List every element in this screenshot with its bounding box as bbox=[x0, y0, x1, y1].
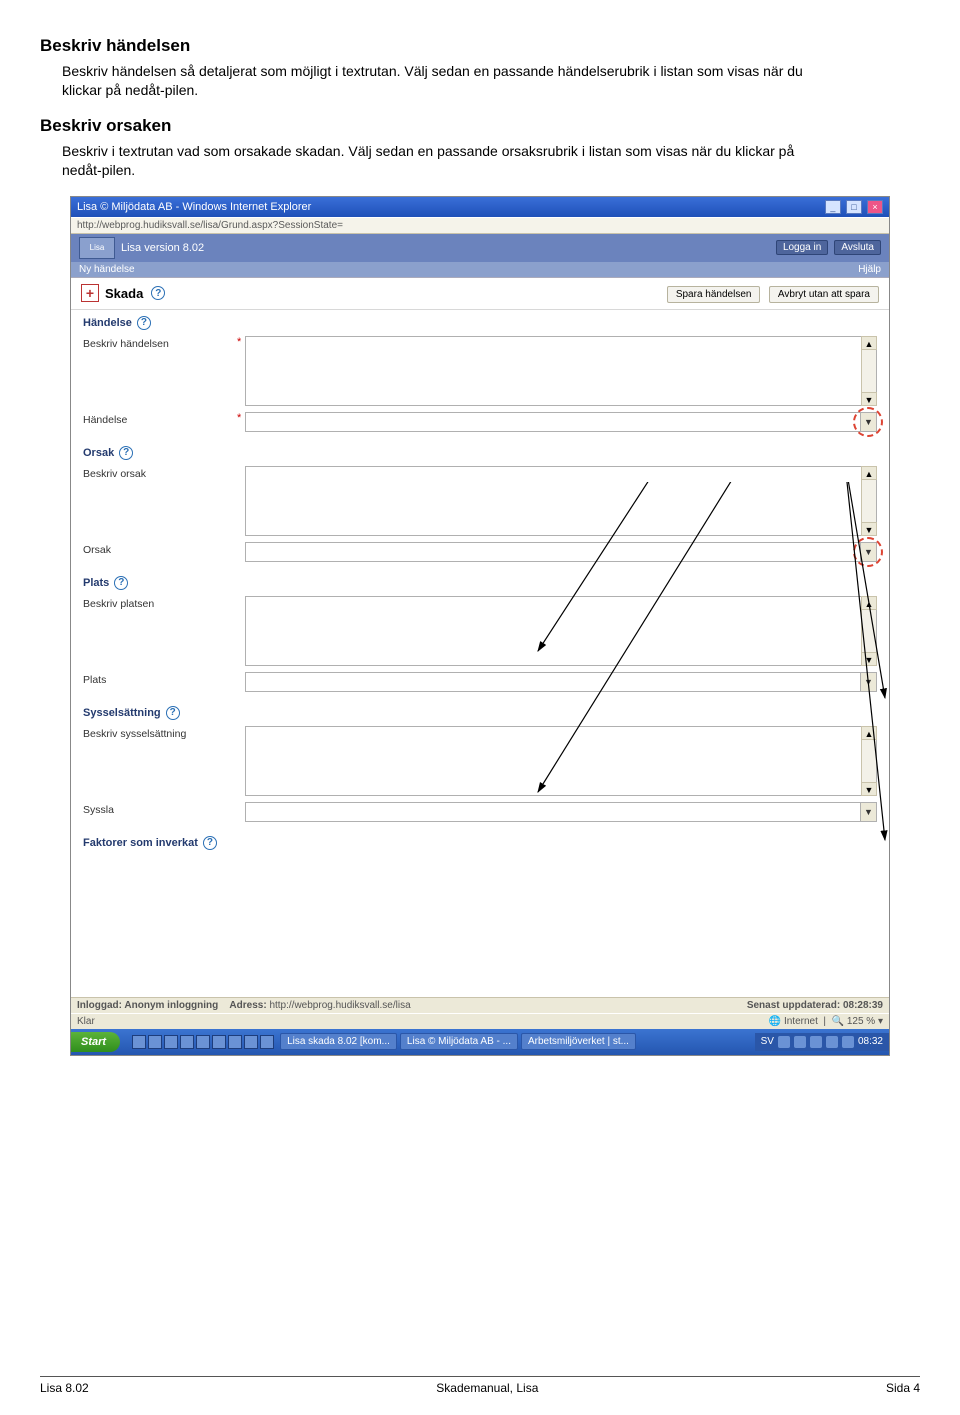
heading-beskriv-orsaken: Beskriv orsaken bbox=[40, 116, 920, 136]
status-address-label: Adress: bbox=[229, 1000, 266, 1011]
section-faktorer-heading: Faktorer som inverkat ? bbox=[83, 836, 877, 850]
menu-new-event[interactable]: Ny händelse bbox=[79, 264, 135, 275]
section-orsak-heading: Orsak ? bbox=[83, 446, 877, 460]
taskbar-item[interactable]: Arbetsmiljöverket | st... bbox=[521, 1033, 636, 1050]
heading-beskriv-handelsen: Beskriv händelsen bbox=[40, 36, 920, 56]
section-plats-title: Plats bbox=[83, 577, 109, 589]
quicklaunch-icons[interactable] bbox=[132, 1035, 274, 1049]
ie-status-internet: 🌐 Internet bbox=[769, 1016, 818, 1027]
lisa-header: Lisa Lisa version 8.02 Logga in Avsluta bbox=[71, 234, 889, 262]
paragraph-handelsen: Beskriv händelsen så detaljerat som möjl… bbox=[62, 62, 832, 100]
ie-address-bar[interactable]: http://webprog.hudiksvall.se/lisa/Grund.… bbox=[71, 217, 889, 234]
cancel-button[interactable]: Avbryt utan att spara bbox=[769, 286, 879, 303]
help-icon[interactable]: ? bbox=[137, 316, 151, 330]
section-syssel-title: Sysselsättning bbox=[83, 707, 161, 719]
tray-clock: 08:32 bbox=[858, 1036, 883, 1047]
section-handelse-title: Händelse bbox=[83, 317, 132, 329]
help-icon[interactable]: ? bbox=[166, 706, 180, 720]
help-icon[interactable]: ? bbox=[203, 836, 217, 850]
section-faktorer-title: Faktorer som inverkat bbox=[83, 837, 198, 849]
textarea-beskriv-orsak[interactable]: ▲▼ bbox=[245, 466, 877, 536]
taskbar-item[interactable]: Lisa skada 8.02 [kom... bbox=[280, 1033, 397, 1050]
chevron-down-icon[interactable]: ▼ bbox=[860, 673, 876, 691]
label-plats: Plats bbox=[83, 672, 233, 686]
scroll-down-icon[interactable]: ▼ bbox=[861, 782, 877, 796]
ie-titlebar: Lisa © Miljödata AB - Windows Internet E… bbox=[71, 197, 889, 217]
scroll-up-icon[interactable]: ▲ bbox=[861, 466, 877, 480]
scroll-up-icon[interactable]: ▲ bbox=[861, 596, 877, 610]
ie-zoom-level[interactable]: 🔍 125 % ▾ bbox=[832, 1016, 883, 1027]
footer-right: Sida 4 bbox=[886, 1381, 920, 1395]
lisa-statusbar: Inloggad: Anonym inloggning Adress: http… bbox=[71, 997, 889, 1013]
footer-center: Skademanual, Lisa bbox=[436, 1381, 538, 1395]
ie-window-controls[interactable]: _ □ × bbox=[823, 200, 883, 214]
status-updated: Senast uppdaterad: 08:28:39 bbox=[747, 1000, 883, 1011]
embedded-screenshot: Lisa © Miljödata AB - Windows Internet E… bbox=[70, 196, 890, 1056]
label-beskriv-orsak: Beskriv orsak bbox=[83, 466, 233, 480]
dropdown-plats[interactable]: ▼ bbox=[245, 672, 877, 692]
minimize-icon[interactable]: _ bbox=[825, 200, 841, 214]
paragraph-orsaken: Beskriv i textrutan vad som orsakade ska… bbox=[62, 142, 832, 180]
required-marker: * bbox=[233, 336, 245, 348]
label-beskriv-handelsen: Beskriv händelsen bbox=[83, 336, 233, 350]
lisa-version-label: Lisa version 8.02 bbox=[121, 242, 204, 254]
form-scroll-area[interactable]: + Skada ? Spara händelsen Avbryt utan at… bbox=[71, 277, 889, 997]
ie-statusbar: Klar 🌐 Internet | 🔍 125 % ▾ bbox=[71, 1013, 889, 1029]
annotation-circle bbox=[853, 407, 883, 437]
dropdown-syssla[interactable]: ▼ bbox=[245, 802, 877, 822]
textarea-beskriv-plats[interactable]: ▲▼ bbox=[245, 596, 877, 666]
dropdown-handelse[interactable]: ▼ bbox=[245, 412, 877, 432]
help-icon[interactable]: ? bbox=[119, 446, 133, 460]
page-title: Skada bbox=[105, 286, 143, 301]
label-handelse: Händelse bbox=[83, 412, 233, 426]
annotation-circle bbox=[853, 537, 883, 567]
tray-lang[interactable]: SV bbox=[761, 1036, 774, 1047]
section-plats-heading: Plats ? bbox=[83, 576, 877, 590]
dropdown-orsak[interactable]: ▼ bbox=[245, 542, 877, 562]
taskbar-item[interactable]: Lisa © Miljödata AB - ... bbox=[400, 1033, 518, 1050]
login-button[interactable]: Logga in bbox=[776, 240, 828, 255]
textarea-beskriv-handelsen[interactable]: ▲▼ bbox=[245, 336, 877, 406]
lisa-logo-icon: Lisa bbox=[79, 237, 115, 259]
status-address: http://webprog.hudiksvall.se/lisa bbox=[269, 1000, 410, 1011]
chevron-down-icon[interactable]: ▼ bbox=[860, 803, 876, 821]
scroll-up-icon[interactable]: ▲ bbox=[861, 336, 877, 350]
label-beskriv-syssel: Beskriv sysselsättning bbox=[83, 726, 233, 740]
close-icon[interactable]: × bbox=[867, 200, 883, 214]
help-icon[interactable]: ? bbox=[114, 576, 128, 590]
system-tray[interactable]: SV 08:32 bbox=[755, 1033, 889, 1051]
start-button[interactable]: Start bbox=[71, 1032, 120, 1052]
required-marker: * bbox=[233, 412, 245, 424]
lisa-submenu: Ny händelse Hjälp bbox=[71, 262, 889, 277]
scroll-down-icon[interactable]: ▼ bbox=[861, 522, 877, 536]
label-orsak: Orsak bbox=[83, 542, 233, 556]
status-logged-in: Inloggad: Anonym inloggning bbox=[77, 1000, 218, 1011]
footer-left: Lisa 8.02 bbox=[40, 1381, 89, 1395]
scroll-down-icon[interactable]: ▼ bbox=[861, 392, 877, 406]
windows-taskbar: Start Lisa skada 8.02 [kom... Lisa © Mil… bbox=[71, 1029, 889, 1055]
exit-button[interactable]: Avsluta bbox=[834, 240, 881, 255]
section-handelse-heading: Händelse ? bbox=[83, 316, 877, 330]
menu-help[interactable]: Hjälp bbox=[858, 264, 881, 275]
section-orsak-title: Orsak bbox=[83, 447, 114, 459]
help-icon[interactable]: ? bbox=[151, 286, 165, 300]
scroll-up-icon[interactable]: ▲ bbox=[861, 726, 877, 740]
maximize-icon[interactable]: □ bbox=[846, 200, 862, 214]
label-beskriv-plats: Beskriv platsen bbox=[83, 596, 233, 610]
plus-icon: + bbox=[81, 284, 99, 302]
save-button[interactable]: Spara händelsen bbox=[667, 286, 761, 303]
scroll-down-icon[interactable]: ▼ bbox=[861, 652, 877, 666]
section-syssel-heading: Sysselsättning ? bbox=[83, 706, 877, 720]
ie-window-title: Lisa © Miljödata AB - Windows Internet E… bbox=[77, 201, 311, 213]
label-syssla: Syssla bbox=[83, 802, 233, 816]
textarea-beskriv-syssel[interactable]: ▲▼ bbox=[245, 726, 877, 796]
page-footer: Lisa 8.02 Skademanual, Lisa Sida 4 bbox=[40, 1376, 920, 1395]
ie-status-done: Klar bbox=[77, 1016, 95, 1027]
